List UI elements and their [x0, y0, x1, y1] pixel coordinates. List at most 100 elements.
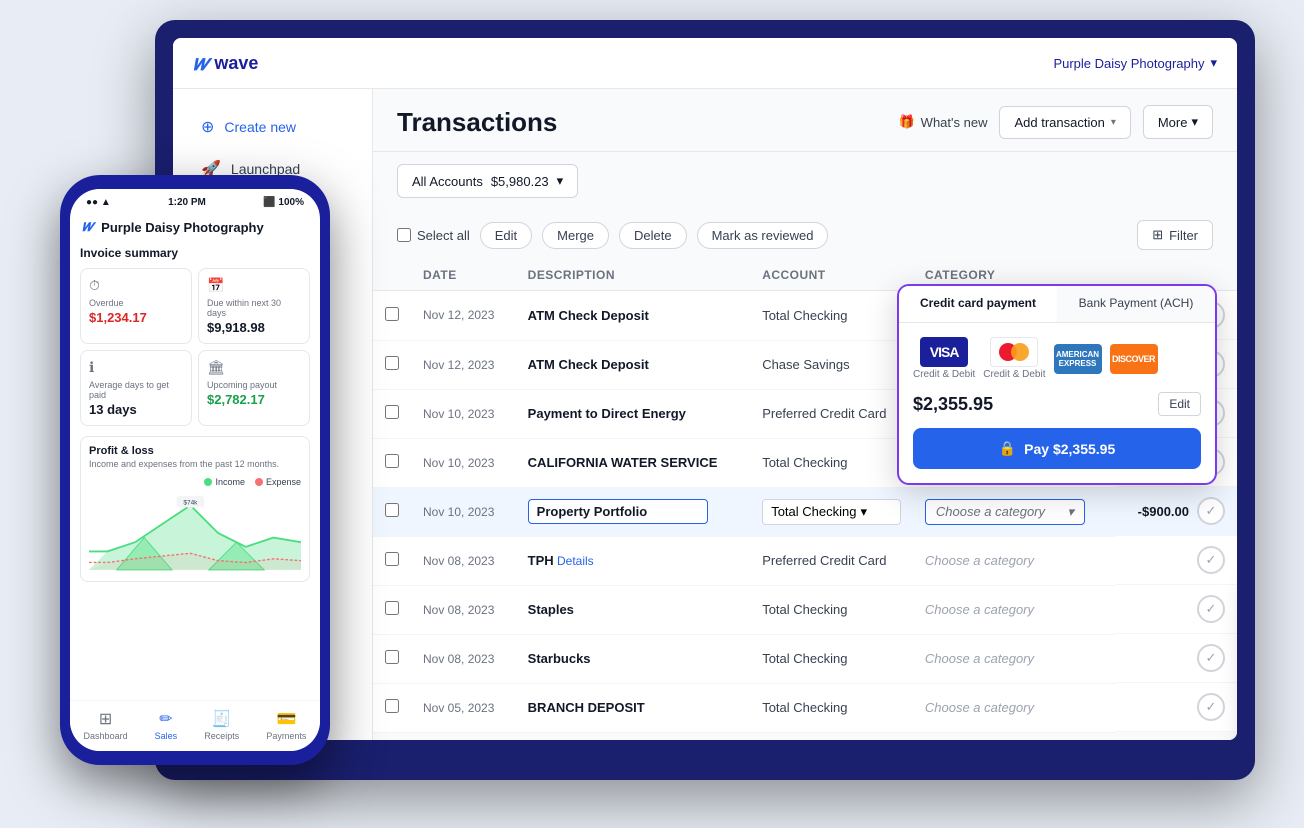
transaction-category[interactable]: Choose a category [913, 536, 1115, 585]
row-checkbox[interactable] [385, 650, 399, 664]
nav-sales[interactable]: ✏ Sales [155, 709, 178, 741]
transaction-date: Nov 10, 2023 [411, 389, 516, 438]
table-row: Nov 08, 2023StaplesTotal CheckingChoose … [373, 585, 1237, 634]
accounts-bar: All Accounts $5,980.23 ▾ [373, 152, 1237, 210]
transaction-amount-cell: ✓ [1115, 683, 1237, 732]
transaction-account: Total Checking [750, 291, 913, 341]
visa-card-label: Credit & Debit [913, 369, 975, 380]
accounts-caret-icon: ▾ [557, 173, 564, 189]
transaction-amount-cell: -$900.00✓ [1115, 487, 1237, 536]
transaction-account: Preferred Credit Card [750, 536, 913, 585]
checkmark-button[interactable]: ✓ [1197, 595, 1225, 623]
phone-time: 1:20 PM [168, 197, 206, 208]
add-transaction-button[interactable]: Add transaction ▾ [999, 106, 1130, 139]
pay-button[interactable]: 🔒 Pay $2,355.95 [913, 428, 1201, 469]
filter-button[interactable]: ⊞ Filter [1137, 220, 1213, 250]
nav-receipts[interactable]: 🧾 Receipts [204, 709, 239, 741]
page-title: Transactions [397, 107, 886, 138]
transaction-date: Nov 12, 2023 [411, 291, 516, 341]
checkmark-button[interactable]: ✓ [1197, 693, 1225, 721]
transaction-category[interactable]: Choose a category [913, 585, 1115, 634]
transaction-account: Preferred Credit Card [750, 389, 913, 438]
row-checkbox[interactable] [385, 601, 399, 615]
filter-label: Filter [1169, 228, 1198, 243]
row-checkbox[interactable] [385, 699, 399, 713]
checkmark-button[interactable]: ✓ [1197, 644, 1225, 672]
credit-tabs: Credit card payment Bank Payment (ACH) [899, 286, 1215, 323]
pnl-title: Profit & loss [89, 445, 301, 457]
more-button[interactable]: More ▾ [1143, 105, 1213, 139]
credit-amount: $2,355.95 [913, 394, 993, 415]
checkmark-button[interactable]: ✓ [1197, 497, 1225, 525]
category-dropdown-button[interactable]: Choose a category▾ [925, 499, 1085, 525]
table-row: Nov 05, 2023BRANCH DEPOSITTotal Checking… [373, 683, 1237, 732]
transaction-category[interactable]: Choose a category [913, 683, 1115, 732]
sales-icon: ✏ [159, 709, 172, 729]
tab-credit-card-payment[interactable]: Credit card payment [899, 286, 1057, 322]
transaction-description: Staples [516, 585, 751, 634]
nav-payments-label: Payments [266, 731, 306, 741]
transaction-category[interactable]: Choose a category▾ [913, 487, 1115, 536]
mastercard-label: Credit & Debit [983, 369, 1045, 380]
accounts-selector[interactable]: All Accounts $5,980.23 ▾ [397, 164, 578, 198]
row-checkbox[interactable] [385, 405, 399, 419]
transaction-description: ATM Check Deposit [516, 291, 751, 341]
income-label: Income [215, 477, 245, 487]
pnl-section: Profit & loss Income and expenses from t… [80, 436, 310, 582]
transaction-account[interactable]: Total Checking ▾ [750, 487, 913, 536]
checkmark-button[interactable]: ✓ [1197, 546, 1225, 574]
merge-button[interactable]: Merge [542, 222, 609, 249]
avg-days-card: ℹ Average days to get paid 13 days [80, 350, 192, 426]
gift-icon: 🎁 [898, 114, 914, 130]
transaction-date: Nov 10, 2023 [411, 487, 516, 536]
company-selector[interactable]: Purple Daisy Photography ▾ [1053, 55, 1217, 71]
transaction-description: BRANCH DEPOSIT [516, 683, 751, 732]
calendar-icon: 📅 [207, 277, 301, 294]
account-caret-icon: ▾ [860, 504, 867, 520]
overdue-card: ⏱ Overdue $1,234.17 [80, 268, 192, 344]
transaction-amount-cell: ✓ [1115, 585, 1237, 634]
row-checkbox[interactable] [385, 503, 399, 517]
income-legend: Income [204, 477, 245, 487]
table-row: Nov 08, 2023StarbucksTotal CheckingChoos… [373, 634, 1237, 683]
credit-edit-button[interactable]: Edit [1158, 392, 1201, 416]
row-checkbox[interactable] [385, 356, 399, 370]
due-label: Due within next 30 days [207, 298, 301, 318]
details-link[interactable]: Details [554, 554, 594, 568]
transaction-description[interactable] [516, 487, 751, 536]
nav-payments[interactable]: 💳 Payments [266, 709, 306, 741]
table-toolbar: Select all Edit Merge Delete Mark as rev… [373, 210, 1237, 260]
transaction-description: Starbucks [516, 634, 751, 683]
transaction-account: Chase Savings [750, 340, 913, 389]
main-content: Transactions 🎁 What's new Add transactio… [373, 89, 1237, 740]
whats-new-button[interactable]: 🎁 What's new [898, 114, 987, 130]
description-input[interactable] [528, 499, 708, 524]
transaction-account: Total Checking [750, 683, 913, 732]
svg-text:$74k: $74k [183, 499, 198, 506]
mastercard-card-group: Credit & Debit [983, 337, 1045, 380]
credit-tab-2-label: Bank Payment (ACH) [1079, 296, 1194, 310]
pnl-legend: Income Expense [89, 477, 301, 487]
main-header: Transactions 🎁 What's new Add transactio… [373, 89, 1237, 152]
mark-reviewed-button[interactable]: Mark as reviewed [697, 222, 829, 249]
transaction-description: Payment to Direct Energy [516, 389, 751, 438]
transaction-date: Nov 08, 2023 [411, 585, 516, 634]
dashboard-icon: ⊞ [99, 709, 112, 729]
tab-bank-payment[interactable]: Bank Payment (ACH) [1057, 286, 1215, 322]
account-dropdown[interactable]: Total Checking ▾ [762, 499, 901, 525]
visa-card-group: VISA Credit & Debit [913, 337, 975, 380]
card-icons-row: VISA Credit & Debit Cred [913, 337, 1201, 380]
sidebar-item-create[interactable]: ⊕ Create new [181, 107, 364, 147]
edit-button[interactable]: Edit [480, 222, 532, 249]
transaction-category[interactable]: Choose a category [913, 634, 1115, 683]
row-checkbox[interactable] [385, 454, 399, 468]
expense-legend: Expense [255, 477, 301, 487]
nav-dashboard-label: Dashboard [84, 731, 128, 741]
delete-button[interactable]: Delete [619, 222, 687, 249]
row-checkbox[interactable] [385, 307, 399, 321]
credit-popup-body: VISA Credit & Debit Cred [899, 323, 1215, 483]
transaction-account: Total Checking [750, 634, 913, 683]
nav-dashboard[interactable]: ⊞ Dashboard [84, 709, 128, 741]
select-all-checkbox[interactable] [397, 228, 411, 242]
row-checkbox[interactable] [385, 552, 399, 566]
